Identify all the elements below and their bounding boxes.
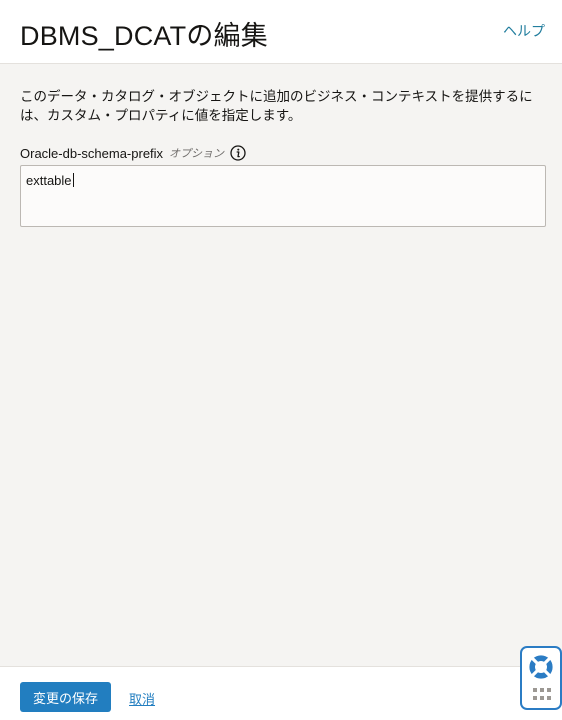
text-caret bbox=[72, 173, 74, 187]
textarea-value: exttable bbox=[26, 173, 72, 188]
dialog-body: このデータ・カタログ・オブジェクトに追加のビジネス・コンテキストを提供するには、… bbox=[0, 65, 562, 666]
dialog-footer: 変更の保存 取消 bbox=[0, 666, 562, 720]
help-widget-button[interactable] bbox=[520, 646, 562, 710]
page-title: DBMS_DCATの編集 bbox=[20, 21, 268, 51]
property-value-textarea[interactable]: exttable bbox=[20, 165, 546, 227]
cancel-link[interactable]: 取消 bbox=[129, 689, 155, 708]
info-icon[interactable] bbox=[230, 145, 246, 161]
grip-dots-icon bbox=[533, 688, 551, 700]
lifebuoy-icon bbox=[528, 654, 554, 680]
description-text: このデータ・カタログ・オブジェクトに追加のビジネス・コンテキストを提供するには、… bbox=[20, 89, 533, 123]
dialog-header: DBMS_DCATの編集 ヘルプ bbox=[0, 0, 562, 64]
help-link[interactable]: ヘルプ bbox=[503, 21, 545, 41]
field-label: Oracle-db-schema-prefix bbox=[20, 145, 164, 161]
field-label-row: Oracle-db-schema-prefix オプション bbox=[20, 144, 246, 162]
optional-tag: オプション bbox=[169, 148, 225, 160]
save-button[interactable]: 変更の保存 bbox=[20, 682, 111, 712]
